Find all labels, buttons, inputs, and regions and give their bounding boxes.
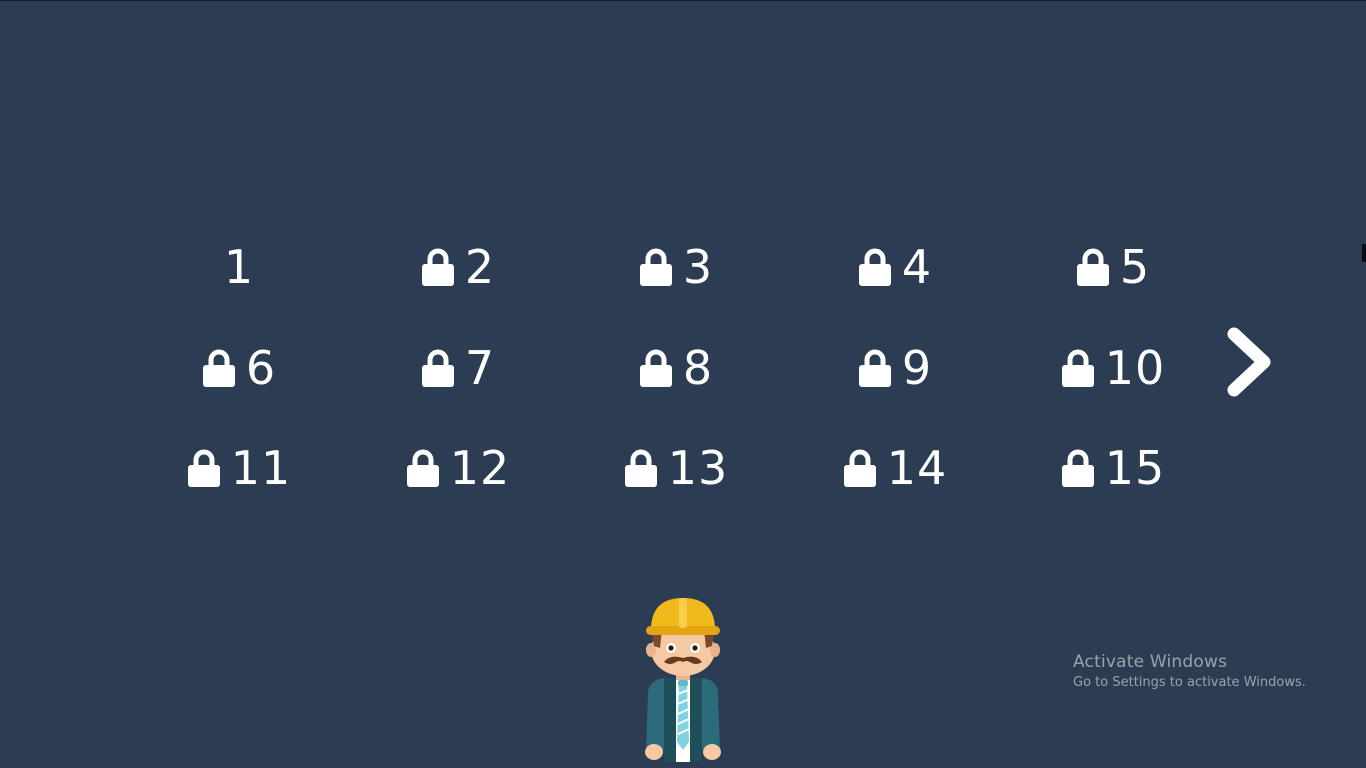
level-button-2[interactable]: 2: [349, 232, 567, 302]
lock-icon: [639, 248, 672, 286]
level-number: 14: [886, 441, 948, 495]
edge-cursor-mark: [1362, 244, 1366, 262]
level-number: 15: [1104, 441, 1166, 495]
window-top-border: [0, 0, 1366, 1]
level-button-7[interactable]: 7: [349, 333, 567, 403]
lock-icon: [1076, 248, 1109, 286]
level-number: 12: [449, 441, 511, 495]
level-number: 2: [464, 240, 496, 294]
lock-icon: [843, 449, 876, 487]
level-number: 3: [682, 240, 714, 294]
lock-icon: [858, 349, 891, 387]
level-number: 1: [223, 240, 255, 294]
level-button-3[interactable]: 3: [567, 232, 785, 302]
lock-icon: [202, 349, 235, 387]
chevron-right-icon[interactable]: [1222, 326, 1276, 398]
lock-icon: [1061, 449, 1094, 487]
level-button-10[interactable]: 10: [1004, 333, 1222, 403]
watermark-subtitle: Go to Settings to activate Windows.: [1073, 675, 1306, 690]
level-number: 10: [1104, 341, 1166, 395]
lock-icon: [624, 449, 657, 487]
windows-activation-watermark: Activate Windows Go to Settings to activ…: [1073, 651, 1306, 693]
level-button-6[interactable]: 6: [130, 333, 348, 403]
lock-icon: [1061, 349, 1094, 387]
lock-icon: [858, 248, 891, 286]
level-number: 6: [245, 341, 277, 395]
lock-icon: [639, 349, 672, 387]
level-number: 9: [901, 341, 933, 395]
lock-icon: [421, 349, 454, 387]
lock-icon: [187, 449, 220, 487]
level-button-12[interactable]: 12: [349, 433, 567, 503]
level-button-9[interactable]: 9: [786, 333, 1004, 403]
level-number: 4: [901, 240, 933, 294]
level-button-4[interactable]: 4: [786, 232, 1004, 302]
level-button-5[interactable]: 5: [1004, 232, 1222, 302]
level-button-13[interactable]: 13: [567, 433, 785, 503]
level-number: 5: [1119, 240, 1151, 294]
level-button-11[interactable]: 11: [130, 433, 348, 503]
level-number: 11: [230, 441, 292, 495]
level-number: 7: [464, 341, 496, 395]
level-number: 13: [667, 441, 729, 495]
lock-icon: [421, 248, 454, 286]
level-grid: 1 2 3 4 5 6 7 8 9 10 11 12 13 14 15: [130, 232, 1224, 532]
level-button-14[interactable]: 14: [786, 433, 1004, 503]
level-button-15[interactable]: 15: [1004, 433, 1222, 503]
lock-icon: [406, 449, 439, 487]
watermark-title: Activate Windows: [1073, 652, 1228, 672]
level-button-8[interactable]: 8: [567, 333, 785, 403]
level-number: 8: [682, 341, 714, 395]
level-button-1[interactable]: 1: [130, 232, 348, 302]
construction-worker-mascot: [645, 598, 721, 762]
